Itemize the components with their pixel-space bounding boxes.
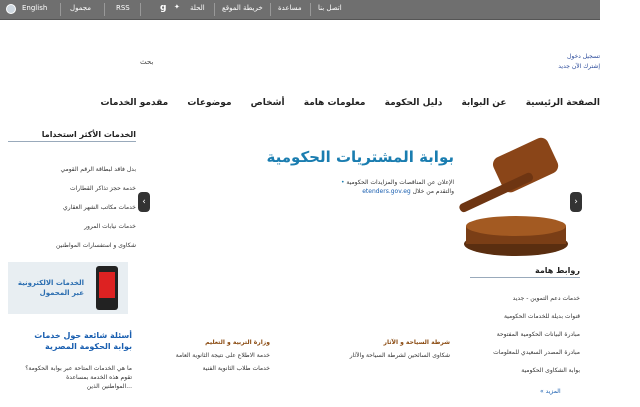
banner-line-1: الإعلان عن المناقصات والمزايدات الحكومية	[346, 179, 454, 186]
faq-title-line-1: أسئلة شائعة حول خدمات	[34, 331, 132, 340]
procurement-banner[interactable]: بوابة المشتريات الحكومية • الإعلان عن ال…	[148, 126, 584, 258]
list-item[interactable]: خدمات نيابات المرور	[8, 217, 136, 236]
mobile-line-1: الخدمات الالكترونية	[17, 279, 84, 287]
top-utility-bar: English مجمول RSS g ✦ الحلة خريطة الموقع…	[0, 0, 600, 20]
globe-icon	[6, 4, 16, 14]
help-link[interactable]: مساعدة	[278, 4, 302, 12]
list-item[interactable]: خدمة حجز تذاكر القطارات	[8, 179, 136, 198]
list-item[interactable]: خدمات طلاب الثانوية الفنية	[150, 362, 270, 375]
list-item[interactable]: خدمات مكاتب الشهر العقاري	[8, 198, 136, 217]
share-icon[interactable]: ✦	[174, 3, 180, 11]
faq-item[interactable]: تقوم هذه الخدمة بمساعدة	[8, 373, 132, 382]
separator	[310, 3, 311, 16]
login-box: تسجيل دخول إشترك الآن جديد	[558, 52, 600, 72]
list-item[interactable]: مبادرة البيانات الحكومية المفتوحة	[458, 326, 580, 344]
banner-line-2: والتقدم من خلال	[412, 188, 454, 195]
nav-item-home[interactable]: الصفحة الرئيسية	[526, 98, 600, 108]
separator	[140, 3, 141, 16]
nav-item-about[interactable]: عن البوابة	[461, 98, 506, 108]
list-item[interactable]: بدل فاقد لبطاقة الرقم القومي	[8, 160, 136, 179]
google-plus-icon[interactable]: g	[160, 3, 166, 13]
most-used-services-list: بدل فاقد لبطاقة الرقم القومي خدمة حجز تذ…	[8, 160, 136, 255]
nav-item-important-info[interactable]: معلومات هامة	[304, 98, 366, 108]
list-item[interactable]: شكاوى و استفسارات المواطنين	[8, 236, 136, 255]
faq-title: أسئلة شائعة حول خدمات بوابة الحكومة المص…	[8, 330, 132, 352]
banner-subtitle: • الإعلان عن المناقصات والمزايدات الحكوم…	[340, 179, 454, 195]
signin-link[interactable]: تسجيل دخول	[558, 52, 600, 62]
accessibility-link[interactable]: الحلة	[190, 4, 205, 12]
separator	[104, 3, 105, 16]
banner-url[interactable]: etenders.gov.eg	[362, 188, 411, 195]
separator	[60, 3, 61, 16]
search-label[interactable]: بحث	[140, 58, 153, 66]
rss-link[interactable]: RSS	[116, 4, 130, 12]
tourism-police-section: شرطة السياحة و الآثار شكاوى السائحين لشر…	[280, 336, 450, 362]
important-links-list: خدمات دعم التموين - جديد قنوات بديلة للخ…	[458, 290, 580, 380]
faq-item[interactable]: ما هي الخدمات المتاحة عبر بوابة الحكومة؟	[8, 364, 132, 373]
mobile-line-2: عبر المحمول	[39, 289, 84, 297]
mobile-services-text: الخدمات الالكترونية عبر المحمول	[14, 278, 84, 298]
english-link[interactable]: English	[22, 4, 47, 12]
gavel-icon	[459, 137, 568, 256]
education-title[interactable]: وزارة التربية و التعليم	[150, 336, 270, 349]
separator	[270, 3, 271, 16]
most-used-services-title: الخدمات الأكثر استخداما	[8, 130, 136, 142]
more-label: المزيد	[545, 388, 561, 395]
nav-item-people[interactable]: أشخاص	[251, 98, 285, 108]
separator	[214, 3, 215, 16]
register-link[interactable]: إشترك الآن جديد	[558, 62, 600, 72]
list-item[interactable]: مبادرة المصدر السعيدي للمعلومات	[458, 344, 580, 362]
nav-item-gov-guide[interactable]: دليل الحكومة	[385, 98, 443, 108]
banner-title: بوابة المشتريات الحكومية	[266, 148, 454, 166]
list-item[interactable]: خدمات دعم التموين - جديد	[458, 290, 580, 308]
list-item[interactable]: قنوات بديلة للخدمات الحكومية	[458, 308, 580, 326]
phone-icon	[96, 266, 118, 310]
contact-link[interactable]: اتصل بنا	[318, 4, 342, 12]
mobile-link[interactable]: مجمول	[70, 4, 91, 12]
banner-prev-arrow[interactable]: ‹	[138, 192, 150, 212]
more-link[interactable]: « المزيد	[540, 388, 561, 395]
mobile-services-banner[interactable]: الخدمات الالكترونية عبر المحمول	[8, 262, 128, 314]
faq-list: ما هي الخدمات المتاحة عبر بوابة الحكومة؟…	[8, 364, 132, 391]
nav-item-topics[interactable]: موضوعات	[187, 98, 231, 108]
banner-next-arrow[interactable]: ›	[570, 192, 582, 212]
sitemap-link[interactable]: خريطة الموقع	[222, 4, 263, 12]
list-item[interactable]: خدمة الاطلاع على نتيجة الثانوية العامة	[150, 349, 270, 362]
faq-item[interactable]: المواطنين الذين...	[8, 382, 132, 391]
education-section: وزارة التربية و التعليم خدمة الاطلاع على…	[150, 336, 270, 375]
nav-item-service-providers[interactable]: مقدمو الخدمات	[101, 98, 169, 108]
list-item[interactable]: بوابة الشكاوى الحكومية	[458, 362, 580, 380]
important-links-title: روابط هامة	[470, 266, 580, 278]
main-navigation: مقدمو الخدمات موضوعات أشخاص معلومات هامة…	[85, 98, 601, 108]
list-item[interactable]: شكاوى السائحين لشرطة السياحة والآثار	[280, 349, 450, 362]
tourism-police-title[interactable]: شرطة السياحة و الآثار	[280, 336, 450, 349]
faq-title-line-2: بوابة الحكومة المصرية	[45, 342, 132, 351]
